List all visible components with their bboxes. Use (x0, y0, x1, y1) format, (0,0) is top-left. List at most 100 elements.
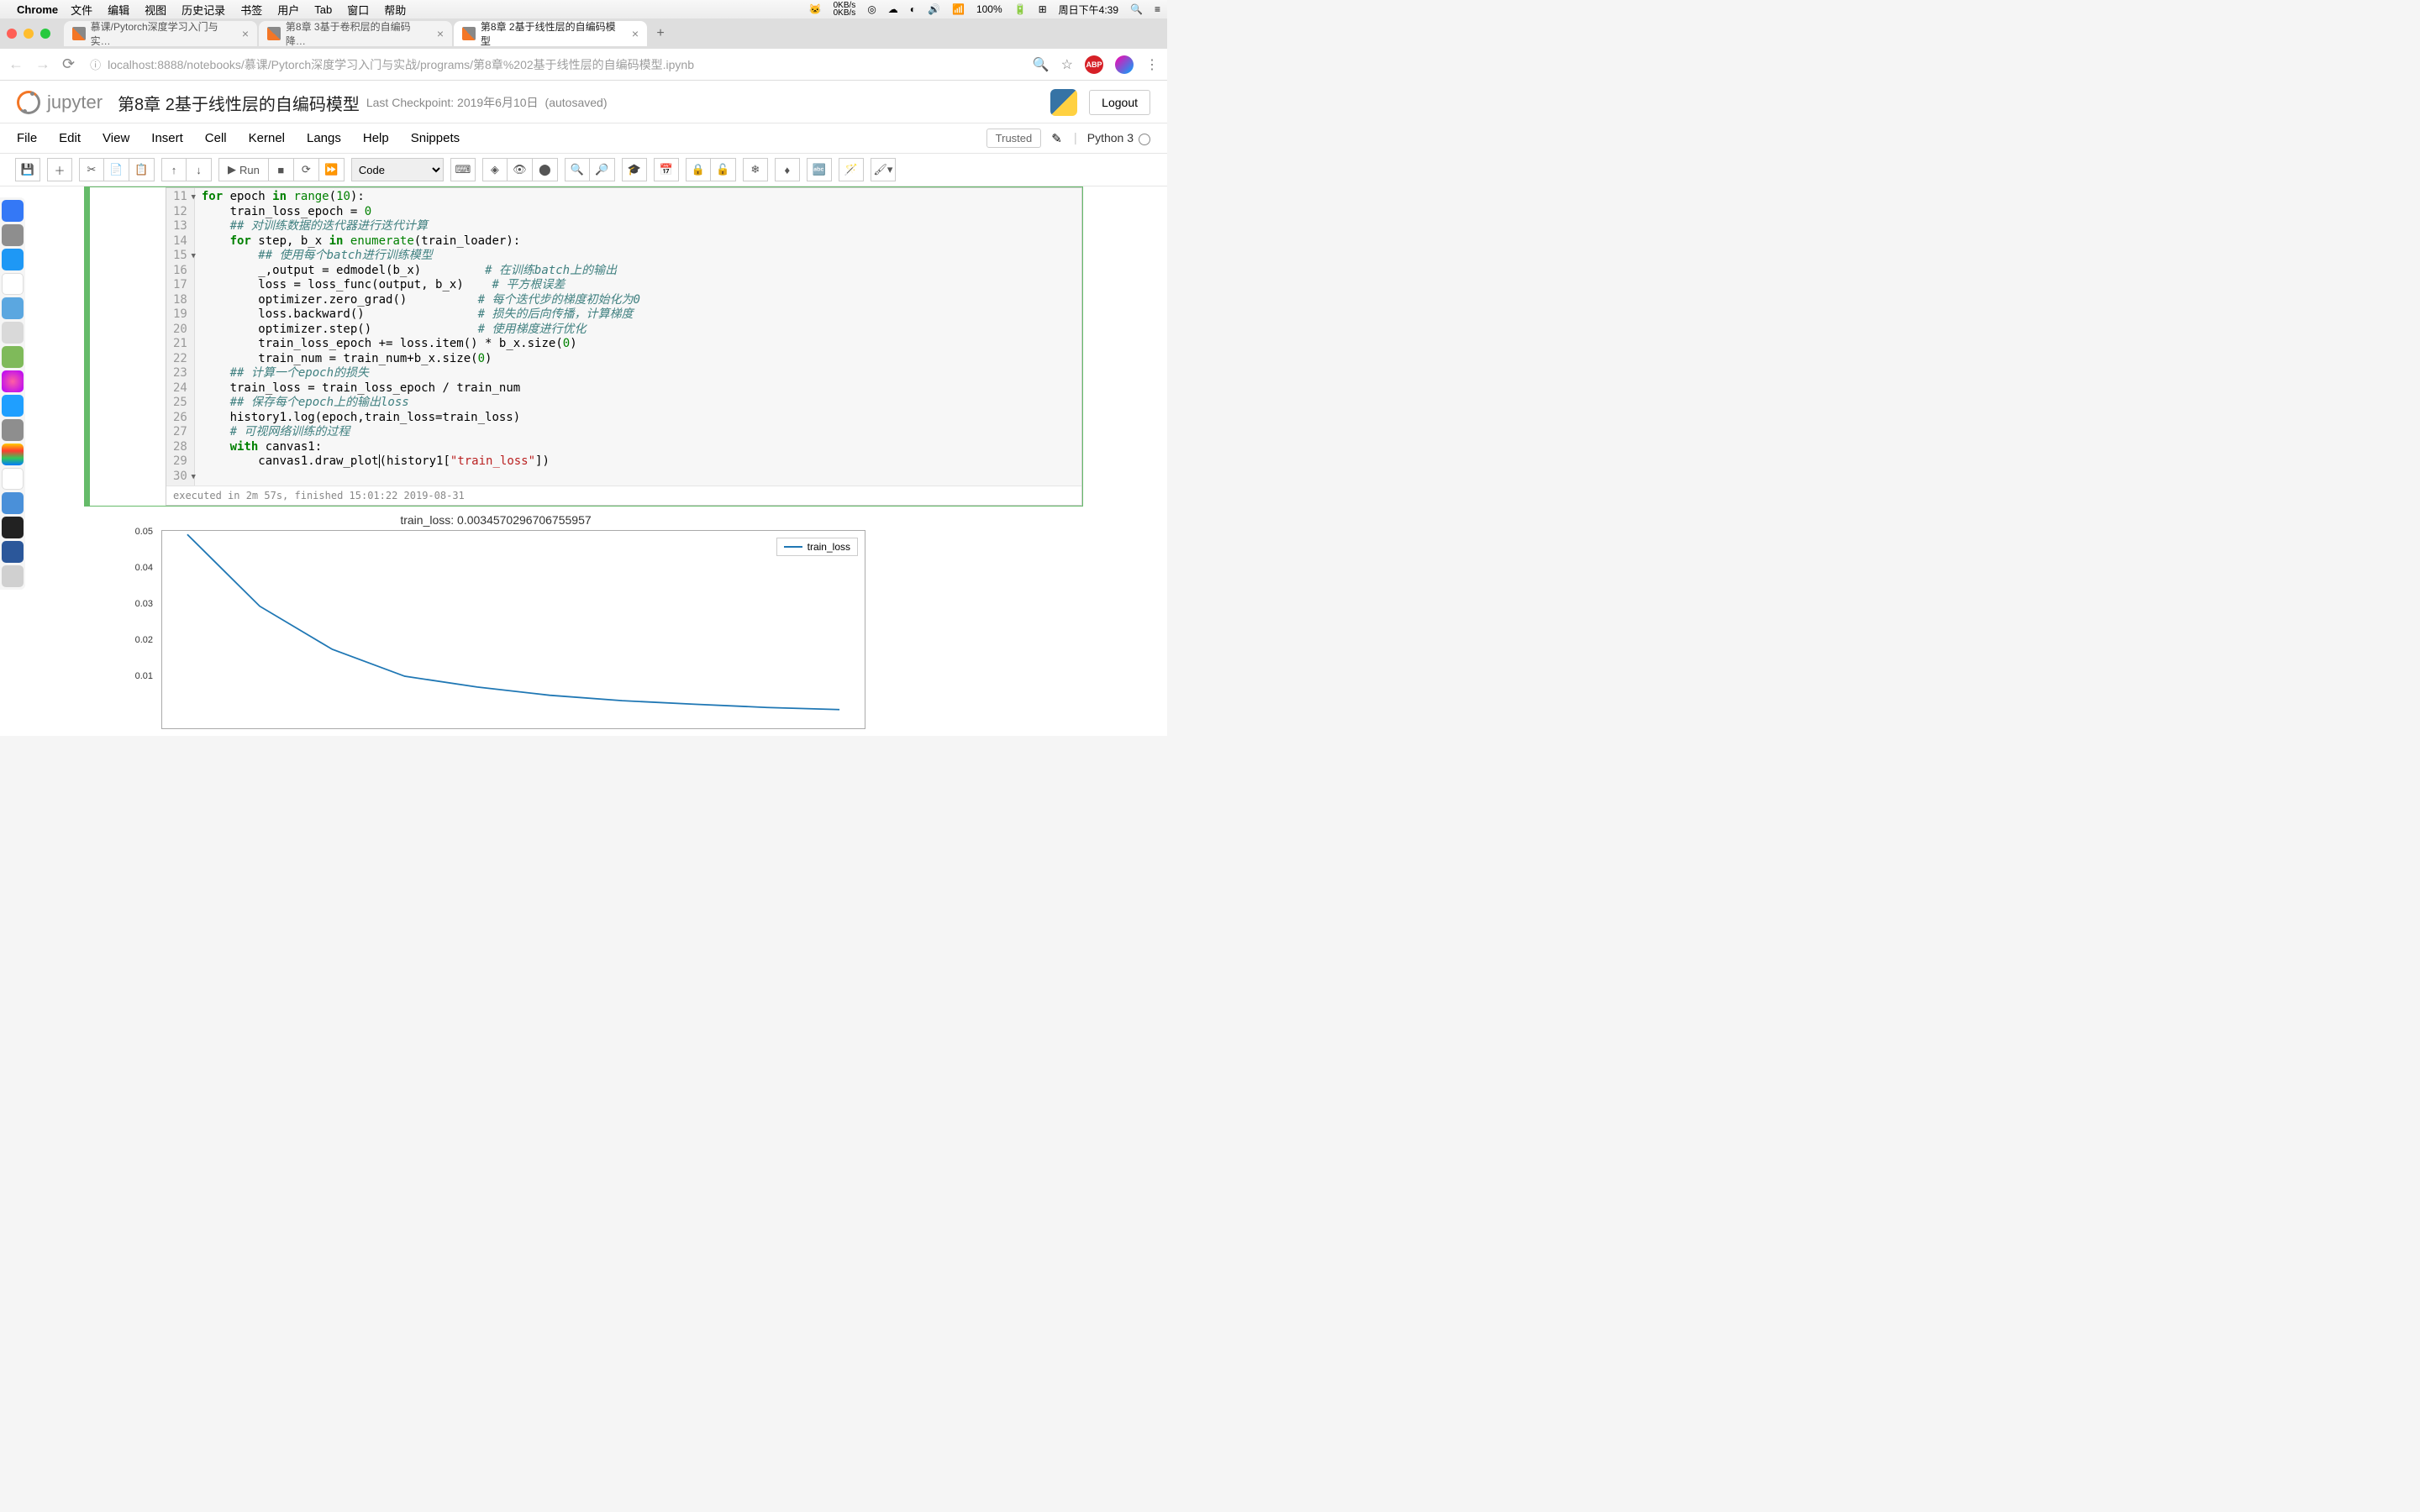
code-cell[interactable]: ▼111213▼1415161718192021222324252627▼282… (84, 186, 1083, 507)
dock-app-icon[interactable] (2, 370, 24, 392)
close-tab-icon[interactable]: × (632, 27, 639, 40)
restart-run-all-button[interactable]: ⏩ (319, 158, 345, 181)
jp-menu-help[interactable]: Help (363, 131, 389, 145)
tb-calendar-icon[interactable]: 📅 (654, 158, 679, 181)
zoom-icon[interactable]: 🔍 (1033, 56, 1050, 73)
tb-brush-icon[interactable]: 🖌▾ (871, 158, 896, 181)
tb-snowflake-icon[interactable]: ❄ (743, 158, 768, 181)
notebook-name[interactable]: 第8章 2基于线性层的自编码模型 (118, 91, 360, 115)
jupyter-logo[interactable]: jupyter (17, 91, 103, 114)
cut-button[interactable]: ✂ (79, 158, 104, 181)
minimize-window-button[interactable] (24, 29, 34, 39)
tb-presentation-icon[interactable]: 🎓 (622, 158, 647, 181)
menu-edit[interactable]: 编辑 (108, 2, 129, 18)
dock-calendar-icon[interactable] (2, 273, 24, 295)
run-button[interactable]: ▶ Run (218, 158, 269, 181)
menu-file[interactable]: 文件 (71, 2, 92, 18)
trusted-badge[interactable]: Trusted (986, 129, 1042, 148)
menu-view[interactable]: 视图 (145, 2, 166, 18)
stop-button[interactable]: ■ (269, 158, 294, 181)
url-field[interactable]: ⓘlocalhost:8888/notebooks/慕课/Pytorch深度学习… (87, 56, 1021, 73)
move-up-button[interactable]: ↑ (161, 158, 187, 181)
menubar-sound-icon[interactable]: 🔊 (928, 3, 940, 15)
dock-app-icon[interactable] (2, 297, 24, 319)
close-tab-icon[interactable]: × (242, 27, 249, 40)
dock-app-icon[interactable] (2, 224, 24, 246)
tb-eye-icon[interactable]: 👁 (508, 158, 533, 181)
dock-qq-icon[interactable] (2, 468, 24, 490)
move-down-button[interactable]: ↓ (187, 158, 212, 181)
battery-icon[interactable]: 🔋 (1014, 3, 1027, 15)
chrome-menu-icon[interactable]: ⋮ (1145, 56, 1159, 73)
dock-rstudio-icon[interactable] (2, 492, 24, 514)
jp-menu-kernel[interactable]: Kernel (249, 131, 285, 145)
tab-2[interactable]: 第8章 3基于卷积层的自编码降…× (259, 21, 452, 46)
menu-history[interactable]: 历史记录 (182, 2, 225, 18)
dock-word-icon[interactable] (2, 541, 24, 563)
forward-button[interactable]: → (35, 55, 50, 73)
jp-menu-view[interactable]: View (103, 131, 129, 145)
close-tab-icon[interactable]: × (437, 27, 444, 40)
profile-avatar[interactable] (1115, 55, 1134, 74)
code-source[interactable]: for epoch in range(10): train_loss_epoch… (195, 188, 1081, 486)
maximize-window-button[interactable] (40, 29, 50, 39)
menu-tab[interactable]: Tab (314, 3, 332, 16)
insert-cell-button[interactable]: ＋ (47, 158, 72, 181)
dock-safari-icon[interactable] (2, 249, 24, 270)
edit-icon[interactable]: ✎ (1051, 131, 1062, 146)
dock-chrome-icon[interactable] (2, 444, 24, 465)
logout-button[interactable]: Logout (1089, 90, 1150, 115)
menu-users[interactable]: 用户 (277, 2, 299, 18)
cell-input[interactable]: ▼111213▼1415161718192021222324252627▼282… (166, 187, 1082, 506)
menubar-dnd-icon[interactable]: ◐ (910, 3, 916, 15)
app-name[interactable]: Chrome (17, 3, 58, 16)
back-button[interactable]: ← (8, 55, 24, 73)
jp-menu-file[interactable]: File (17, 131, 37, 145)
menu-bookmarks[interactable]: 书签 (240, 2, 262, 18)
menu-window[interactable]: 窗口 (347, 2, 369, 18)
tb-zoom-out-icon[interactable]: 🔍 (565, 158, 590, 181)
menubar-wifi-icon[interactable]: 📶 (952, 3, 965, 15)
dock-app-icon[interactable] (2, 322, 24, 344)
menubar-circle-icon[interactable]: ◎ (867, 3, 876, 15)
menubar-cloud-icon[interactable]: ☁ (888, 3, 898, 15)
tb-zoom-in-icon[interactable]: 🔎 (590, 158, 615, 181)
jp-menu-cell[interactable]: Cell (205, 131, 227, 145)
spotlight-icon[interactable]: 🔍 (1130, 3, 1143, 15)
tb-github-icon[interactable]: ♦ (775, 158, 800, 181)
dock-finder-icon[interactable] (2, 200, 24, 222)
jp-menu-insert[interactable]: Insert (151, 131, 183, 145)
abp-extension-icon[interactable]: ABP (1085, 55, 1103, 74)
tb-lock-icon[interactable]: 🔒 (686, 158, 711, 181)
save-button[interactable]: 💾 (15, 158, 40, 181)
tab-1[interactable]: 慕课/Pytorch深度学习入门与实…× (64, 21, 257, 46)
tb-target-icon[interactable]: ◈ (482, 158, 508, 181)
tb-toggle-icon[interactable]: ⬤ (533, 158, 558, 181)
menubar-list-icon[interactable]: ≡ (1155, 3, 1160, 15)
jp-menu-langs[interactable]: Langs (307, 131, 341, 145)
dock-trash-icon[interactable] (2, 565, 24, 587)
tb-unlock-icon[interactable]: 🔓 (711, 158, 736, 181)
copy-button[interactable]: 📄 (104, 158, 129, 181)
star-icon[interactable]: ☆ (1061, 56, 1073, 73)
menu-help[interactable]: 帮助 (384, 2, 406, 18)
celltype-select[interactable]: Code (351, 158, 444, 181)
keyboard-button[interactable]: ⌨ (450, 158, 476, 181)
tab-3-active[interactable]: 第8章 2基于线性层的自编码模型× (454, 21, 647, 46)
reload-button[interactable]: ⟳ (62, 55, 75, 73)
jp-menu-edit[interactable]: Edit (59, 131, 81, 145)
paste-button[interactable]: 📋 (129, 158, 155, 181)
tb-translate-icon[interactable]: 🔤 (807, 158, 832, 181)
kernel-indicator[interactable]: Python 3 (1087, 131, 1150, 144)
close-window-button[interactable] (7, 29, 17, 39)
jp-menu-snippets[interactable]: Snippets (411, 131, 460, 145)
restart-button[interactable]: ⟳ (294, 158, 319, 181)
site-info-icon[interactable]: ⓘ (90, 59, 101, 71)
dock-settings-icon[interactable] (2, 419, 24, 441)
menubar-cat-icon[interactable]: 🐱 (809, 3, 822, 15)
dock-appstore-icon[interactable] (2, 395, 24, 417)
tb-wand-icon[interactable]: 🪄 (839, 158, 864, 181)
dock-app-icon[interactable] (2, 346, 24, 368)
menubar-grid-icon[interactable]: ⊞ (1039, 3, 1047, 15)
new-tab-button[interactable]: + (649, 22, 672, 45)
